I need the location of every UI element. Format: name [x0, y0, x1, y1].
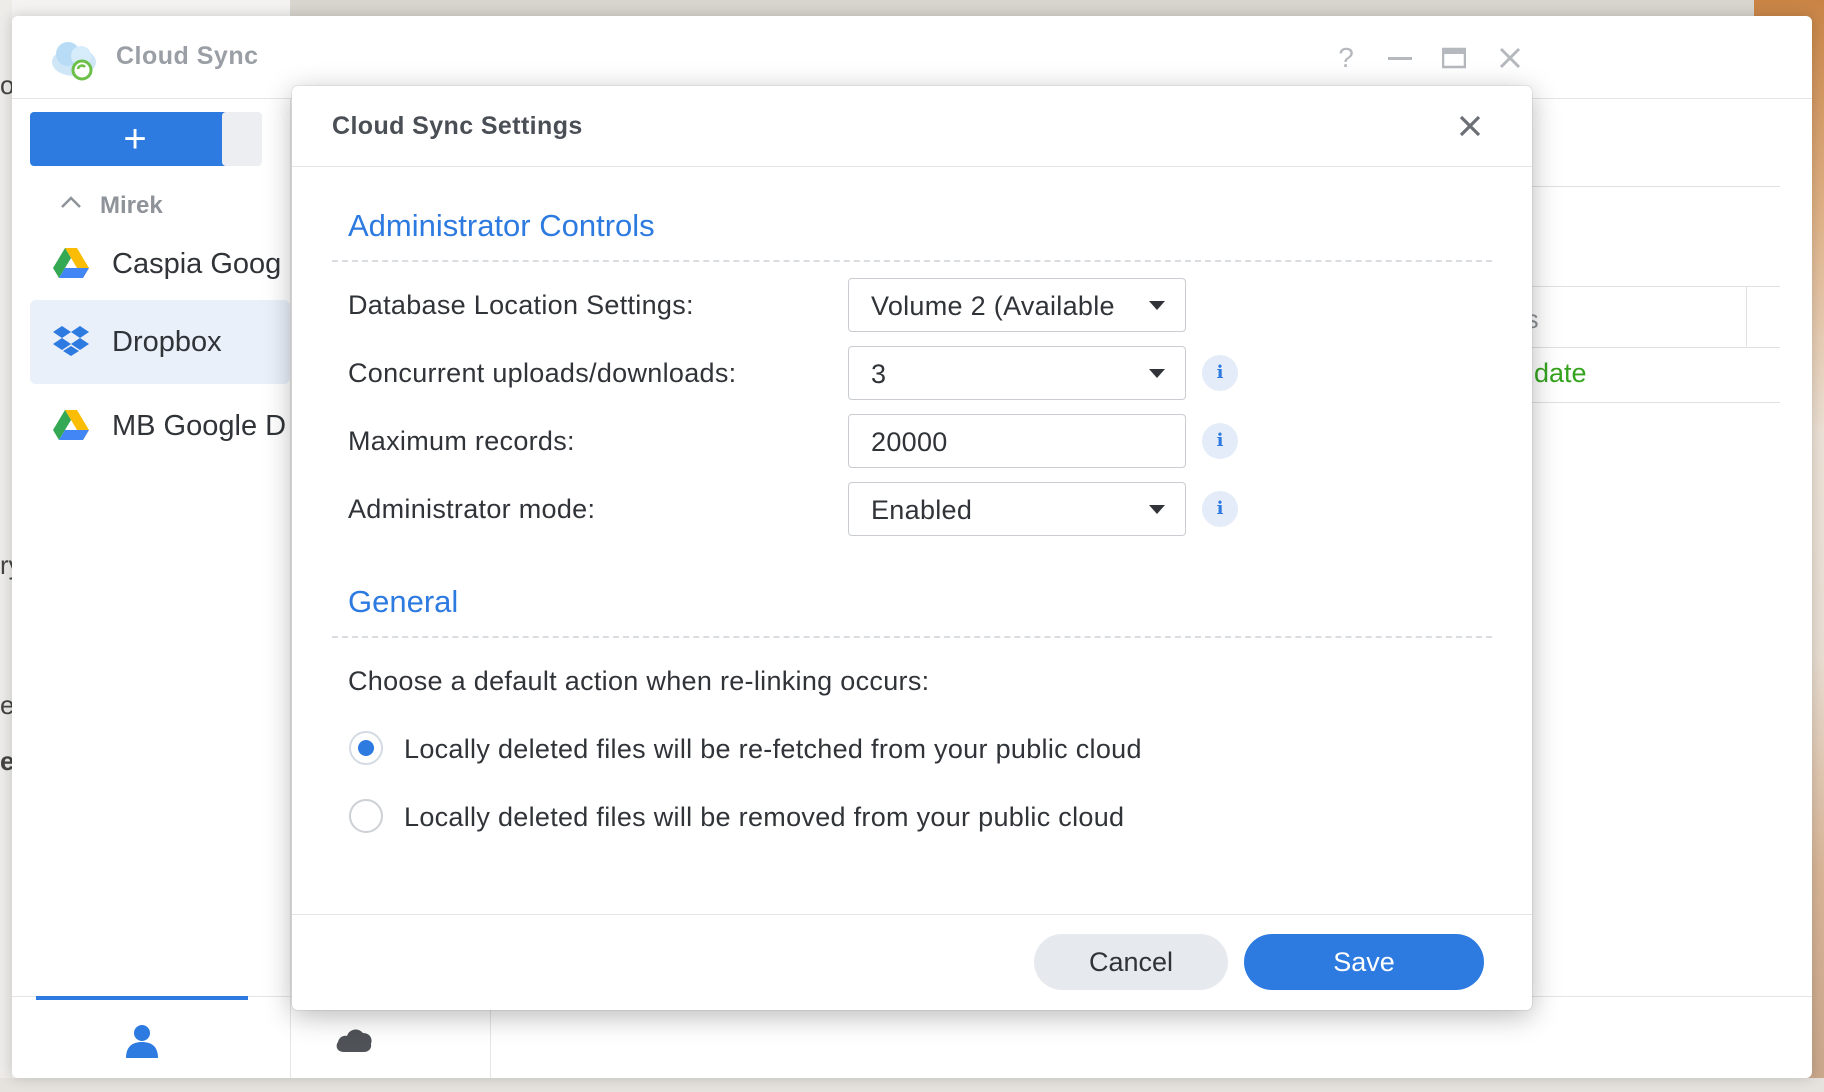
dropbox-icon	[53, 326, 89, 356]
admin-mode-select[interactable]: Enabled	[848, 482, 1186, 536]
cloud-sync-settings-dialog: Cloud Sync Settings Administrator Contro…	[292, 86, 1532, 1010]
radio-remove[interactable]	[349, 799, 383, 833]
sidebar-item-label: Dropbox	[112, 326, 222, 358]
concurrent-select[interactable]: 3	[848, 346, 1186, 400]
sidebar-item-label: Caspia Goog	[112, 248, 282, 280]
desktop-bottom-edge	[0, 1078, 1824, 1092]
db-location-value: Volume 2 (Available	[871, 291, 1115, 321]
desktop-text-fragment: er	[0, 746, 12, 776]
table-header	[1500, 286, 1780, 348]
max-records-label: Maximum records:	[348, 426, 575, 456]
db-location-label: Database Location Settings:	[348, 290, 694, 320]
section-title-general: General	[348, 584, 459, 619]
max-records-value: 20000	[871, 427, 948, 457]
add-connection-button[interactable]: +	[30, 112, 240, 166]
dialog-footer-divider	[292, 914, 1532, 915]
sidebar-item-dropbox[interactable]: Dropbox	[30, 300, 290, 384]
dropdown-arrow-icon	[1149, 301, 1165, 310]
info-icon[interactable]: i	[1202, 491, 1238, 527]
section-divider	[332, 260, 1492, 262]
sidebar-secondary-button[interactable]	[222, 112, 262, 166]
sidebar-item-mb-google[interactable]: MB Google D	[30, 384, 290, 468]
radio-remove-label[interactable]: Locally deleted files will be removed fr…	[404, 802, 1124, 833]
divider	[1500, 186, 1780, 187]
help-icon[interactable]: ?	[1328, 40, 1364, 76]
desktop-text-fragment: e	[0, 690, 12, 720]
radio-refetch-label[interactable]: Locally deleted files will be re-fetched…	[404, 734, 1142, 765]
db-location-select[interactable]: Volume 2 (Available	[848, 278, 1186, 332]
tab-personal[interactable]	[36, 996, 248, 1078]
cloud-sync-logo-icon	[52, 42, 96, 81]
app-title: Cloud Sync	[116, 42, 259, 70]
sidebar-group-label: Mirek	[100, 192, 163, 219]
table-row-divider	[1500, 402, 1780, 403]
info-icon[interactable]: i	[1202, 355, 1238, 391]
dialog-header[interactable]: Cloud Sync Settings	[292, 86, 1532, 167]
relink-prompt: Choose a default action when re-linking …	[348, 666, 930, 696]
google-drive-icon	[53, 410, 89, 440]
admin-mode-label: Administrator mode:	[348, 494, 596, 524]
section-title-admin: Administrator Controls	[348, 208, 655, 243]
section-divider	[332, 636, 1492, 638]
user-icon	[126, 1025, 158, 1058]
radio-refetch[interactable]	[349, 731, 383, 765]
info-icon[interactable]: i	[1202, 423, 1238, 459]
close-icon[interactable]	[1492, 40, 1528, 76]
minimize-icon[interactable]	[1382, 40, 1418, 76]
dialog-title: Cloud Sync Settings	[332, 112, 583, 140]
admin-mode-value: Enabled	[871, 495, 973, 525]
sidebar-item-label: MB Google D	[112, 410, 287, 442]
concurrent-label: Concurrent uploads/downloads:	[348, 358, 737, 388]
column-separator	[1746, 286, 1747, 346]
dropdown-arrow-icon	[1149, 505, 1165, 514]
cloud-icon	[336, 1029, 372, 1052]
desktop-text-fragment: ry	[0, 550, 12, 580]
maximize-icon[interactable]	[1436, 40, 1472, 76]
max-records-input[interactable]: 20000	[848, 414, 1186, 468]
close-icon[interactable]	[1452, 108, 1488, 144]
cancel-button[interactable]: Cancel	[1034, 934, 1228, 990]
concurrent-value: 3	[871, 359, 887, 389]
dropdown-arrow-icon	[1149, 369, 1165, 378]
sidebar-item-caspia[interactable]: Caspia Goog	[30, 222, 290, 306]
google-drive-icon	[53, 248, 89, 278]
save-button[interactable]: Save	[1244, 934, 1484, 990]
desktop-text-fragment: of	[0, 70, 12, 100]
chevron-up-icon[interactable]	[56, 188, 86, 218]
